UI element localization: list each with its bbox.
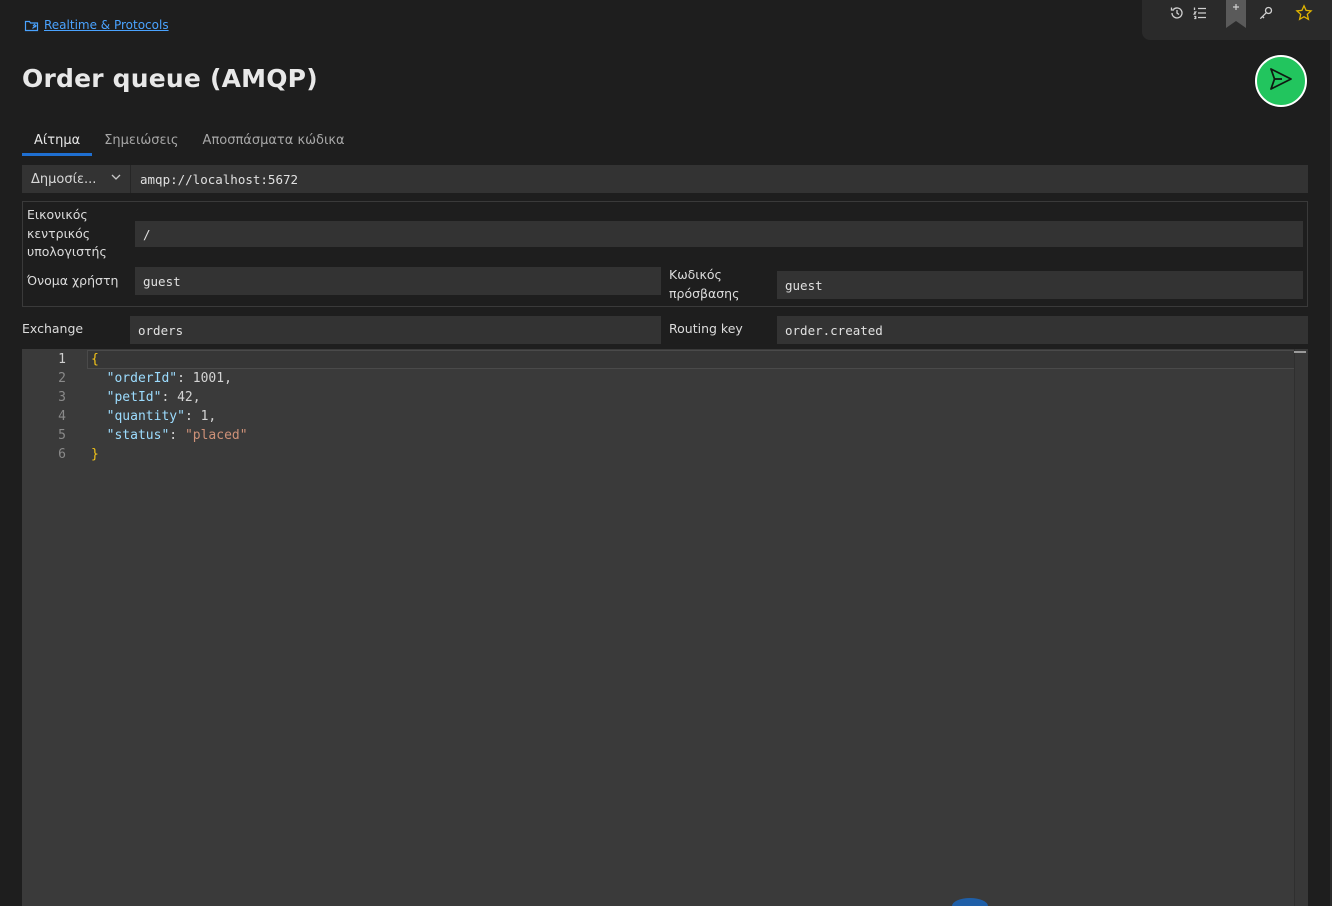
code-line: "petId": 42, [91, 388, 201, 407]
vhost-label-line: υπολογιστής [27, 244, 107, 259]
json-key: "petId" [106, 390, 162, 405]
tab-notes[interactable]: Σημειώσεις [92, 128, 190, 156]
json-brace: { [91, 352, 99, 367]
line-number: 5 [58, 428, 66, 443]
json-brace: } [91, 447, 99, 462]
routing-key-label: Routing key [669, 321, 743, 336]
top-toolbar [1142, 0, 1332, 40]
vhost-label-line: κεντρικός [27, 225, 91, 241]
vhost-input[interactable]: / [135, 221, 1303, 247]
password-input[interactable]: guest [777, 271, 1303, 299]
exchange-label: Exchange [22, 321, 84, 336]
json-colon: : [177, 371, 193, 386]
json-key: "status" [106, 428, 170, 443]
message-body-editor[interactable]: 1 2 3 4 5 6 { "orderId": 1001, "petId": … [22, 349, 1308, 906]
json-comma: , [192, 390, 201, 405]
password-label: Κωδικός πρόσβασης [669, 266, 739, 303]
line-number: 1 [58, 352, 66, 367]
editor-scrollbar[interactable] [1294, 349, 1308, 906]
json-colon: : [169, 428, 185, 443]
json-comma: , [208, 409, 217, 424]
breadcrumb: Realtime & Protocols [24, 17, 169, 33]
json-key: "orderId" [106, 371, 178, 386]
json-number: 42 [177, 390, 193, 405]
scrollbar-thumb[interactable] [1294, 351, 1306, 353]
key-icon[interactable] [1256, 3, 1276, 23]
history-icon[interactable] [1167, 3, 1187, 23]
url-input[interactable]: amqp://localhost:5672 [130, 165, 1308, 193]
username-label: Όνομα χρήστη [27, 273, 119, 288]
list-icon[interactable] [1190, 3, 1210, 23]
routing-key-input[interactable]: order.created [777, 316, 1308, 344]
json-key: "quantity" [106, 409, 185, 424]
line-number: 2 [58, 371, 66, 386]
vhost-label-line: Εικονικός [27, 207, 88, 222]
send-icon [1268, 66, 1294, 97]
connection-auth-panel: Εικονικός κεντρικός υπολογιστής / Όνομα … [22, 201, 1308, 307]
json-number: 1001 [192, 371, 225, 386]
username-input[interactable]: guest [135, 267, 661, 295]
tab-request[interactable]: Αίτημα [22, 128, 93, 156]
visibility-select-value: Δημοσίε... [31, 171, 97, 187]
bookmark-icon[interactable] [1226, 0, 1246, 28]
line-number: 3 [58, 390, 66, 405]
json-string: "placed" [184, 428, 248, 443]
password-label-line: πρόσβασης [669, 285, 740, 301]
json-comma: , [224, 371, 232, 386]
password-label-line: Κωδικός [669, 267, 722, 282]
url-bar: Δημοσίε... amqp://localhost:5672 [22, 165, 1308, 193]
exchange-input[interactable]: orders [130, 316, 661, 344]
tab-code-snippets[interactable]: Αποσπάσματα κώδικα [191, 128, 357, 156]
star-icon[interactable] [1294, 3, 1314, 23]
visibility-select[interactable]: Δημοσίε... [22, 165, 130, 193]
code-line: "status": "placed" [91, 426, 248, 445]
json-colon: : [161, 390, 178, 405]
code-line: } [91, 445, 99, 464]
active-line-highlight [87, 350, 1306, 369]
tab-bar: Αίτημα Σημειώσεις Αποσπάσματα κώδικα [22, 128, 357, 156]
folder-plug-icon [24, 17, 40, 33]
json-colon: : [184, 409, 201, 424]
code-line: "quantity": 1, [91, 407, 217, 426]
line-number: 6 [58, 447, 66, 462]
send-button[interactable] [1255, 55, 1307, 107]
code-line: { [91, 350, 99, 369]
vhost-label: Εικονικός κεντρικός υπολογιστής [27, 206, 107, 262]
code-line: "orderId": 1001, [91, 369, 232, 388]
chevron-down-icon [110, 171, 122, 187]
page-title: Order queue (AMQP) [22, 64, 318, 93]
breadcrumb-link[interactable]: Realtime & Protocols [44, 18, 169, 32]
line-number: 4 [58, 409, 66, 424]
